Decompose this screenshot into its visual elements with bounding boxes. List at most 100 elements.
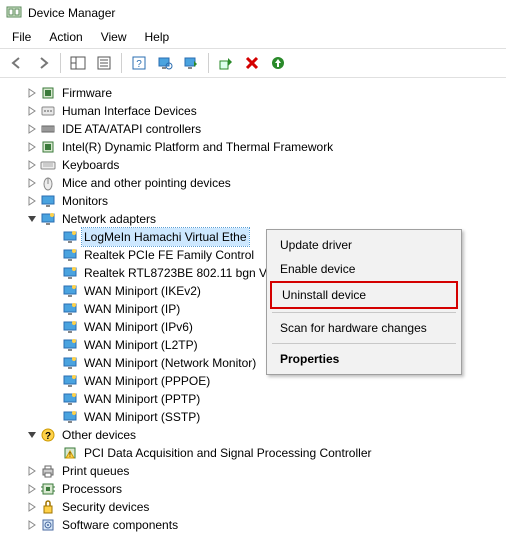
- tree-item-label: Firmware: [60, 84, 114, 102]
- context-menu-item[interactable]: Properties: [270, 347, 458, 371]
- net-icon: [62, 301, 78, 317]
- menu-view[interactable]: View: [93, 28, 135, 46]
- tree-item[interactable]: PCI Data Acquisition and Signal Processi…: [8, 444, 506, 462]
- context-menu-item[interactable]: Update driver: [270, 233, 458, 257]
- other-icon: [40, 427, 56, 443]
- expand-icon[interactable]: [26, 124, 38, 134]
- expand-icon[interactable]: [26, 502, 38, 512]
- net-icon: [62, 319, 78, 335]
- tree-item-label: WAN Miniport (SSTP): [82, 408, 202, 426]
- tree-item-label: PCI Data Acquisition and Signal Processi…: [82, 444, 373, 462]
- keyboard-icon: [40, 157, 56, 173]
- net-icon: [40, 211, 56, 227]
- menu-help[interactable]: Help: [137, 28, 178, 46]
- svg-text:?: ?: [136, 59, 142, 70]
- tree-item-label: LogMeIn Hamachi Virtual Ethe: [82, 228, 249, 246]
- tree-item-label: WAN Miniport (IPv6): [82, 318, 195, 336]
- tree-item-label: WAN Miniport (PPPOE): [82, 372, 212, 390]
- menu-separator: [272, 343, 456, 344]
- collapse-icon[interactable]: [26, 214, 38, 224]
- show-hide-console-button[interactable]: [67, 52, 89, 74]
- scan-hardware-button[interactable]: [154, 52, 176, 74]
- cpu-icon: [40, 481, 56, 497]
- tree-item[interactable]: Intel(R) Dynamic Platform and Thermal Fr…: [8, 138, 506, 156]
- window-title: Device Manager: [28, 6, 115, 20]
- expand-icon[interactable]: [26, 106, 38, 116]
- chip-icon: [40, 85, 56, 101]
- tree-item[interactable]: Human Interface Devices: [8, 102, 506, 120]
- tree-item[interactable]: WAN Miniport (SSTP): [8, 408, 506, 426]
- chip-icon: [40, 139, 56, 155]
- monitor-icon: [40, 193, 56, 209]
- context-menu[interactable]: Update driverEnable deviceUninstall devi…: [266, 229, 462, 375]
- printer-icon: [40, 463, 56, 479]
- update-driver-button[interactable]: [180, 52, 202, 74]
- context-menu-item[interactable]: Uninstall device: [270, 281, 458, 309]
- net-icon: [62, 355, 78, 371]
- tree-item-label: Mice and other pointing devices: [60, 174, 233, 192]
- uninstall-device-button[interactable]: [241, 52, 263, 74]
- enable-device-button[interactable]: [215, 52, 237, 74]
- expand-icon[interactable]: [26, 484, 38, 494]
- tree-item-label: Processors: [60, 480, 124, 498]
- app-icon: [6, 5, 22, 21]
- context-menu-item[interactable]: Enable device: [270, 257, 458, 281]
- menu-file[interactable]: File: [4, 28, 39, 46]
- tree-item-label: WAN Miniport (PPTP): [82, 390, 202, 408]
- soft-icon: [40, 517, 56, 533]
- tree-item[interactable]: Other devices: [8, 426, 506, 444]
- tree-item[interactable]: IDE ATA/ATAPI controllers: [8, 120, 506, 138]
- tree-item-label: WAN Miniport (Network Monitor): [82, 354, 258, 372]
- tree-item-label: Realtek RTL8723BE 802.11 bgn V: [82, 264, 269, 282]
- title-bar: Device Manager: [0, 0, 506, 26]
- warn-icon: [62, 445, 78, 461]
- menu-separator: [272, 312, 456, 313]
- tree-item-label: Intel(R) Dynamic Platform and Thermal Fr…: [60, 138, 335, 156]
- tree-item[interactable]: Mice and other pointing devices: [8, 174, 506, 192]
- context-menu-item[interactable]: Scan for hardware changes: [270, 316, 458, 340]
- back-button[interactable]: [6, 52, 28, 74]
- net-icon: [62, 265, 78, 281]
- toolbar-separator: [60, 53, 61, 73]
- net-icon: [62, 247, 78, 263]
- expand-icon[interactable]: [26, 520, 38, 530]
- expand-icon[interactable]: [26, 466, 38, 476]
- tree-item[interactable]: Security devices: [8, 498, 506, 516]
- net-icon: [62, 373, 78, 389]
- tree-item[interactable]: WAN Miniport (PPTP): [8, 390, 506, 408]
- hid-icon: [40, 103, 56, 119]
- tree-item-label: Network adapters: [60, 210, 158, 228]
- tree-item[interactable]: Processors: [8, 480, 506, 498]
- expand-icon[interactable]: [26, 142, 38, 152]
- tree-item[interactable]: Print queues: [8, 462, 506, 480]
- tree-item[interactable]: Firmware: [8, 84, 506, 102]
- mouse-icon: [40, 175, 56, 191]
- expand-icon[interactable]: [26, 196, 38, 206]
- ide-icon: [40, 121, 56, 137]
- net-icon: [62, 391, 78, 407]
- security-icon: [40, 499, 56, 515]
- tree-item[interactable]: Keyboards: [8, 156, 506, 174]
- add-legacy-hardware-button[interactable]: [267, 52, 289, 74]
- toolbar: ?: [0, 48, 506, 78]
- tree-item-label: WAN Miniport (L2TP): [82, 336, 200, 354]
- tree-item[interactable]: Software components: [8, 516, 506, 534]
- net-icon: [62, 283, 78, 299]
- tree-item-label: Keyboards: [60, 156, 121, 174]
- expand-icon[interactable]: [26, 178, 38, 188]
- tree-item-label: IDE ATA/ATAPI controllers: [60, 120, 203, 138]
- tree-item-label: Print queues: [60, 462, 131, 480]
- help-button[interactable]: ?: [128, 52, 150, 74]
- forward-button[interactable]: [32, 52, 54, 74]
- collapse-icon[interactable]: [26, 430, 38, 440]
- tree-item[interactable]: Network adapters: [8, 210, 506, 228]
- menu-action[interactable]: Action: [41, 28, 90, 46]
- expand-icon[interactable]: [26, 88, 38, 98]
- tree-item-label: Other devices: [60, 426, 138, 444]
- tree-item-label: Software components: [60, 516, 180, 534]
- toolbar-separator: [121, 53, 122, 73]
- properties-button[interactable]: [93, 52, 115, 74]
- tree-item[interactable]: Monitors: [8, 192, 506, 210]
- tree-item-label: Security devices: [60, 498, 151, 516]
- expand-icon[interactable]: [26, 160, 38, 170]
